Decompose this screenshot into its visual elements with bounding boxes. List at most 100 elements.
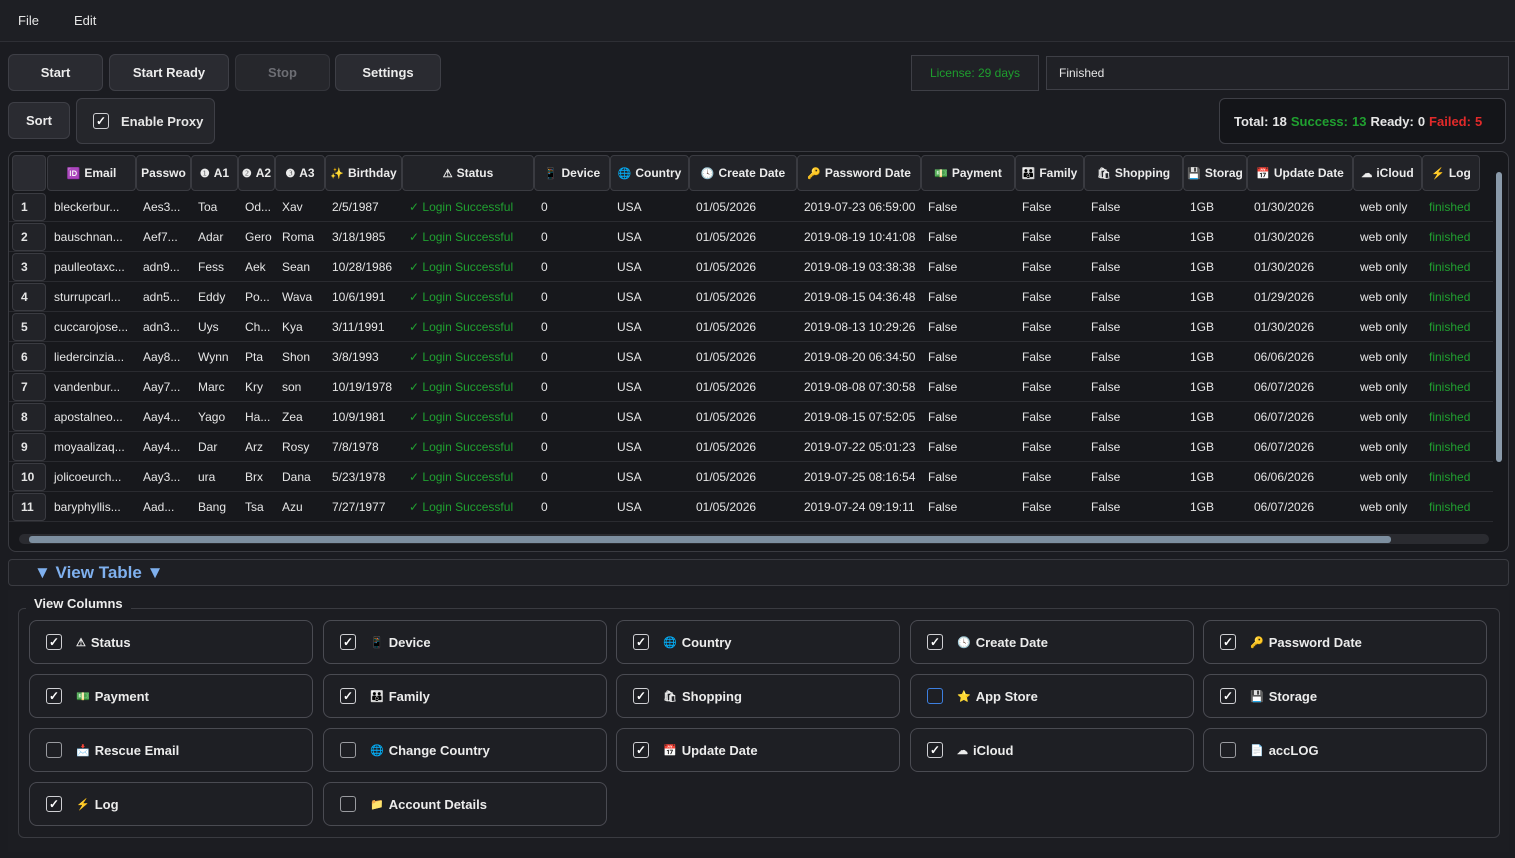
table-cell[interactable]: 3/11/1991 <box>325 312 402 342</box>
table-cell[interactable]: ura <box>191 462 238 492</box>
table-cell[interactable]: web only <box>1353 282 1422 312</box>
table-cell[interactable]: False <box>1084 402 1183 432</box>
table-cell[interactable]: 2019-08-15 04:36:48 <box>797 282 921 312</box>
table-cell[interactable]: 01/05/2026 <box>689 222 797 252</box>
table-cell[interactable]: vandenbur... <box>47 372 136 402</box>
table-cell[interactable]: 0 <box>534 312 610 342</box>
table-cell[interactable]: USA <box>610 312 689 342</box>
view-column-option-create-date[interactable]: ✓ 🕓 Create Date <box>910 620 1194 664</box>
table-cell[interactable]: Od... <box>238 192 275 222</box>
row-number[interactable]: 11 <box>12 493 46 521</box>
table-cell[interactable]: 06/07/2026 <box>1247 432 1353 462</box>
table-row[interactable]: 5 cuccarojose... adn3... Uys Ch... Kya 3/11/19… <box>9 312 1493 342</box>
table-cell[interactable]: 1GB <box>1183 282 1247 312</box>
table-cell[interactable]: 2019-08-20 06:34:50 <box>797 342 921 372</box>
view-table-toggle[interactable]: ▼ View Table ▼ <box>8 559 1509 586</box>
view-column-option-storage[interactable]: ✓ 💾 Storage <box>1203 674 1487 718</box>
table-cell[interactable]: Azu <box>275 492 325 522</box>
table-cell[interactable]: 06/07/2026 <box>1247 372 1353 402</box>
table-cell[interactable]: paulleotaxc... <box>47 252 136 282</box>
table-cell[interactable]: Po... <box>238 282 275 312</box>
table-cell[interactable]: Roma <box>275 222 325 252</box>
sort-button[interactable]: Sort <box>8 102 70 139</box>
table-row[interactable]: 8 apostalneo... Aay4... Yago Ha... Zea 10/9/19… <box>9 402 1493 432</box>
table-corner[interactable] <box>12 155 46 191</box>
table-cell[interactable]: False <box>921 192 1015 222</box>
table-cell[interactable]: USA <box>610 192 689 222</box>
column-header-birthday[interactable]: ✨ Birthday <box>325 155 402 191</box>
row-number[interactable]: 7 <box>12 373 46 401</box>
table-cell[interactable]: Dar <box>191 432 238 462</box>
table-cell[interactable]: Dana <box>275 462 325 492</box>
table-cell[interactable]: USA <box>610 222 689 252</box>
table-cell[interactable]: False <box>1015 492 1084 522</box>
table-cell[interactable]: USA <box>610 282 689 312</box>
table-cell[interactable]: 2019-07-24 09:19:11 <box>797 492 921 522</box>
column-header-family[interactable]: 👪 Family <box>1015 155 1084 191</box>
table-cell[interactable]: False <box>1015 432 1084 462</box>
checkbox-checked-icon[interactable]: ✓ <box>927 634 943 650</box>
table-cell[interactable]: 2019-08-15 07:52:05 <box>797 402 921 432</box>
table-row[interactable]: 6 liedercinzia... Aay8... Wynn Pta Shon 3/8/19… <box>9 342 1493 372</box>
view-column-option-device[interactable]: ✓ 📱 Device <box>323 620 607 664</box>
table-cell[interactable]: liedercinzia... <box>47 342 136 372</box>
table-cell[interactable]: 01/30/2026 <box>1247 192 1353 222</box>
checkbox-checked-icon[interactable]: ✓ <box>1220 688 1236 704</box>
start-button[interactable]: Start <box>8 54 103 91</box>
table-cell[interactable]: False <box>1015 312 1084 342</box>
table-cell[interactable]: ✓ Login Successful <box>402 402 534 432</box>
table-cell[interactable]: Aek <box>238 252 275 282</box>
table-cell[interactable]: son <box>275 372 325 402</box>
table-cell[interactable]: 2/5/1987 <box>325 192 402 222</box>
table-cell[interactable]: Gero <box>238 222 275 252</box>
table-cell[interactable]: Aay3... <box>136 462 191 492</box>
table-cell[interactable]: 0 <box>534 462 610 492</box>
checkbox-checked-icon[interactable]: ✓ <box>633 742 649 758</box>
view-column-option-rescue-email[interactable]: 📩 Rescue Email <box>29 728 313 772</box>
table-cell[interactable]: Uys <box>191 312 238 342</box>
table-cell[interactable]: 01/05/2026 <box>689 312 797 342</box>
table-row[interactable]: 2 bauschnan... Aef7... Adar Gero Roma 3/18/198… <box>9 222 1493 252</box>
table-cell[interactable]: Bang <box>191 492 238 522</box>
checkbox-checked-icon[interactable]: ✓ <box>46 634 62 650</box>
view-column-option-icloud[interactable]: ✓ ☁ iCloud <box>910 728 1194 772</box>
table-cell[interactable]: False <box>921 432 1015 462</box>
checkbox-unchecked-icon[interactable] <box>1220 742 1236 758</box>
table-cell[interactable]: 2019-08-19 10:41:08 <box>797 222 921 252</box>
table-cell[interactable]: Xav <box>275 192 325 222</box>
table-cell[interactable]: 7/8/1978 <box>325 432 402 462</box>
table-cell[interactable]: False <box>921 402 1015 432</box>
table-cell[interactable]: 2019-08-19 03:38:38 <box>797 252 921 282</box>
table-cell[interactable]: ✓ Login Successful <box>402 492 534 522</box>
view-column-option-status[interactable]: ✓ ⚠ Status <box>29 620 313 664</box>
table-cell[interactable]: 2019-07-25 08:16:54 <box>797 462 921 492</box>
table-cell[interactable]: moyaalizaq... <box>47 432 136 462</box>
table-cell[interactable]: Toa <box>191 192 238 222</box>
table-cell[interactable]: Aay4... <box>136 402 191 432</box>
table-cell[interactable]: ✓ Login Successful <box>402 312 534 342</box>
table-cell[interactable]: ✓ Login Successful <box>402 192 534 222</box>
table-cell[interactable]: finished <box>1422 282 1480 312</box>
table-cell[interactable]: False <box>1015 282 1084 312</box>
table-cell[interactable]: 06/07/2026 <box>1247 492 1353 522</box>
table-cell[interactable]: ✓ Login Successful <box>402 462 534 492</box>
vertical-scrollbar-thumb[interactable] <box>1496 172 1502 462</box>
table-cell[interactable]: 01/05/2026 <box>689 432 797 462</box>
column-header-email[interactable]: 🆔 Email <box>47 155 136 191</box>
table-row[interactable]: 4 sturrupcarl... adn5... Eddy Po... Wava 10/6/… <box>9 282 1493 312</box>
column-header-device[interactable]: 📱 Device <box>534 155 610 191</box>
table-cell[interactable]: web only <box>1353 432 1422 462</box>
table-cell[interactable]: web only <box>1353 222 1422 252</box>
table-cell[interactable]: 06/06/2026 <box>1247 342 1353 372</box>
table-row[interactable]: 10 jolicoeurch... Aay3... ura Brx Dana 5/23/19… <box>9 462 1493 492</box>
table-cell[interactable]: False <box>1084 492 1183 522</box>
table-cell[interactable]: USA <box>610 402 689 432</box>
table-cell[interactable]: 01/30/2026 <box>1247 252 1353 282</box>
row-number[interactable]: 4 <box>12 283 46 311</box>
table-cell[interactable]: False <box>1084 432 1183 462</box>
table-cell[interactable]: web only <box>1353 492 1422 522</box>
table-cell[interactable]: cuccarojose... <box>47 312 136 342</box>
table-cell[interactable]: 1GB <box>1183 252 1247 282</box>
table-cell[interactable]: Sean <box>275 252 325 282</box>
table-cell[interactable]: Ch... <box>238 312 275 342</box>
